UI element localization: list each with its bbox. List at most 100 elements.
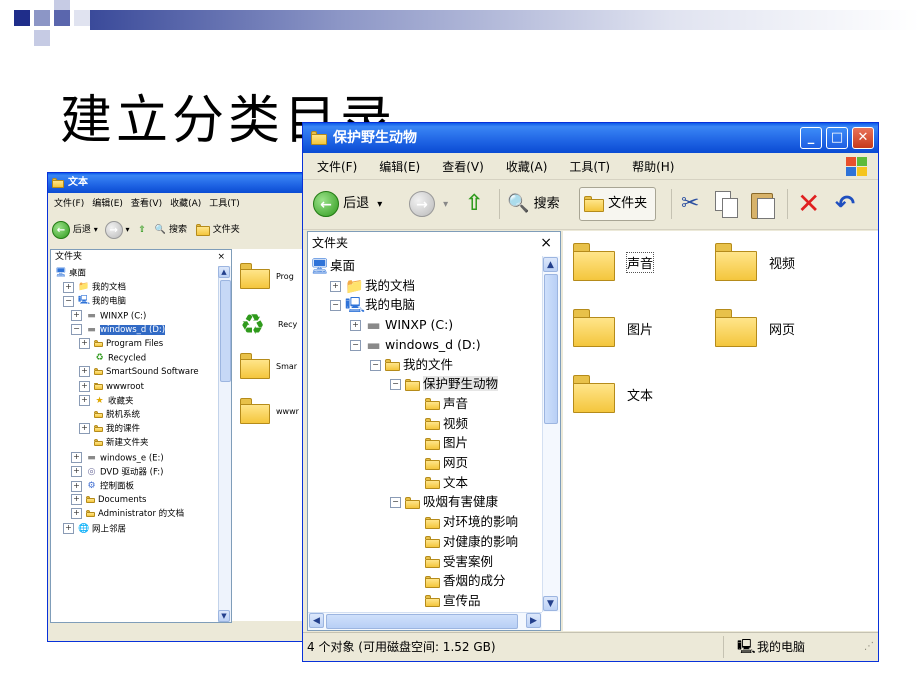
- expand-icon[interactable]: +: [63, 281, 74, 293]
- expand-icon[interactable]: +: [79, 380, 90, 392]
- tree-item[interactable]: + 📁我的文档: [330, 276, 415, 295]
- tree-item[interactable]: 新建文件夹: [79, 436, 149, 450]
- up-folder-icon[interactable]: ⇧: [138, 225, 146, 235]
- back-button-label[interactable]: 后退: [73, 225, 91, 235]
- tree-item[interactable]: + ★ 收藏夹: [79, 394, 134, 408]
- folder-item[interactable]: 网页: [713, 303, 843, 359]
- tree-item[interactable]: + wwwroot: [79, 380, 144, 394]
- collapse-icon[interactable]: −: [370, 359, 381, 371]
- search-button[interactable]: 🔍 搜索: [507, 187, 560, 221]
- menu-item[interactable]: 编辑(E): [379, 155, 420, 179]
- expand-icon[interactable]: +: [71, 494, 82, 506]
- scroll-thumb[interactable]: [544, 274, 558, 424]
- forward-button[interactable]: → ▾: [409, 187, 448, 221]
- tree-item[interactable]: − ▬ windows_d (D:): [71, 323, 166, 337]
- dropdown-arrow-icon[interactable]: ▾: [94, 225, 98, 234]
- tree-item[interactable]: + 🌐 网上邻居: [63, 522, 126, 536]
- tree-item[interactable]: 🖥桌面: [310, 256, 355, 275]
- file-item[interactable]: Smar: [240, 353, 297, 379]
- scroll-up-arrow-icon[interactable]: ▲: [218, 266, 230, 278]
- file-item[interactable]: wwwr: [240, 398, 299, 424]
- menu-item[interactable]: 收藏(A): [506, 155, 548, 179]
- expand-icon[interactable]: +: [71, 508, 82, 520]
- expand-icon[interactable]: +: [79, 423, 90, 435]
- scroll-thumb[interactable]: [326, 614, 518, 629]
- scroll-down-arrow-icon[interactable]: ▼: [543, 596, 558, 611]
- expand-icon[interactable]: +: [63, 523, 74, 535]
- folders-button[interactable]: 文件夹: [579, 187, 657, 221]
- expand-icon[interactable]: +: [79, 338, 90, 349]
- expand-icon[interactable]: +: [330, 280, 341, 292]
- tree-item[interactable]: 香烟的成分: [410, 571, 506, 590]
- close-button[interactable]: ✕: [852, 127, 874, 149]
- vertical-scrollbar[interactable]: ▲ ▼: [218, 266, 231, 622]
- back-arrow-icon[interactable]: ←: [52, 220, 70, 239]
- collapse-icon[interactable]: −: [330, 300, 341, 312]
- tree-item[interactable]: 视频: [410, 414, 468, 433]
- tree-item[interactable]: + ◎ DVD 驱动器 (F:): [71, 465, 163, 479]
- menu-item[interactable]: 编辑(E): [92, 195, 123, 213]
- vertical-scrollbar[interactable]: ▲ ▼: [542, 256, 560, 612]
- tree-item[interactable]: 🖥桌面: [55, 266, 86, 280]
- tree-item[interactable]: ♻ Recycled: [79, 351, 146, 365]
- tree-item[interactable]: + 📁我的文档: [63, 280, 126, 294]
- folder-item[interactable]: 声音: [571, 237, 701, 293]
- cut-icon[interactable]: ✂: [681, 187, 699, 221]
- tree-item[interactable]: 声音: [410, 394, 468, 413]
- tree-item[interactable]: + 我的课件: [79, 422, 140, 436]
- title-bar[interactable]: 保护野生动物 _ □ ✕: [303, 123, 878, 153]
- expand-icon[interactable]: +: [79, 366, 90, 378]
- tree-item[interactable]: + Documents: [71, 493, 146, 507]
- copy-icon[interactable]: [715, 187, 738, 221]
- menu-item[interactable]: 工具(T): [209, 195, 240, 213]
- expand-icon[interactable]: +: [71, 480, 82, 492]
- horizontal-scrollbar[interactable]: ◀ ▶: [308, 612, 542, 630]
- menu-item[interactable]: 文件(F): [54, 195, 84, 213]
- collapse-icon[interactable]: −: [350, 339, 361, 351]
- expand-icon[interactable]: +: [79, 395, 90, 407]
- tree-item[interactable]: −🖳我的电脑: [63, 294, 126, 308]
- collapse-icon[interactable]: −: [390, 379, 401, 391]
- menu-item[interactable]: 查看(V): [131, 195, 162, 213]
- minimize-button[interactable]: _: [800, 127, 822, 149]
- tree-item[interactable]: + ▬ windows_e (E:): [71, 451, 164, 465]
- tree-item[interactable]: + ▬ WINXP (C:): [71, 309, 146, 323]
- expand-icon[interactable]: +: [71, 452, 82, 464]
- dropdown-arrow-icon[interactable]: ▾: [443, 199, 448, 210]
- back-button[interactable]: ← 后退 ▾: [313, 187, 382, 221]
- collapse-icon[interactable]: −: [390, 497, 401, 509]
- scroll-up-arrow-icon[interactable]: ▲: [543, 257, 558, 272]
- file-item[interactable]: Prog: [240, 263, 294, 289]
- folder-item[interactable]: 图片: [571, 303, 701, 359]
- tree-item[interactable]: 脱机系统: [79, 408, 140, 422]
- tree-item[interactable]: − 吸烟有害健康: [390, 492, 498, 511]
- up-folder-icon[interactable]: ⇧: [465, 187, 483, 221]
- tree-item[interactable]: 对环境的影响: [410, 512, 518, 531]
- file-item[interactable]: ♻ Recy: [240, 308, 297, 341]
- tree-item[interactable]: − 我的文件: [370, 355, 453, 374]
- folders-button-label[interactable]: 文件夹: [213, 225, 240, 235]
- tree-item[interactable]: 图片: [410, 433, 468, 452]
- tree-item[interactable]: + ⚙ 控制面板: [71, 479, 134, 493]
- tree-item[interactable]: 网页: [410, 453, 468, 472]
- tree-item[interactable]: + Program Files: [79, 337, 163, 351]
- tree-item[interactable]: + SmartSound Software: [79, 365, 199, 379]
- search-button-label[interactable]: 搜索: [169, 225, 187, 235]
- scroll-right-arrow-icon[interactable]: ▶: [526, 613, 541, 628]
- dropdown-arrow-icon[interactable]: ▾: [377, 199, 382, 210]
- scroll-left-arrow-icon[interactable]: ◀: [309, 613, 324, 628]
- paste-icon[interactable]: [751, 187, 775, 221]
- tree-item[interactable]: + Administrator 的文档: [71, 507, 184, 521]
- menu-item[interactable]: 收藏(A): [170, 195, 201, 213]
- collapse-icon[interactable]: −: [71, 324, 82, 336]
- delete-icon[interactable]: ✕: [797, 187, 820, 221]
- dropdown-arrow-icon[interactable]: ▾: [126, 225, 130, 234]
- tree-item[interactable]: −🖳我的电脑: [330, 295, 415, 314]
- tree-item[interactable]: 宣传品: [410, 591, 481, 610]
- expand-icon[interactable]: +: [71, 310, 82, 322]
- tree-item[interactable]: 对健康的影响: [410, 532, 518, 551]
- undo-icon[interactable]: ↶: [835, 187, 855, 221]
- tree-item[interactable]: − 保护野生动物: [390, 374, 499, 393]
- menu-item[interactable]: 查看(V): [442, 155, 484, 179]
- collapse-icon[interactable]: −: [63, 295, 74, 307]
